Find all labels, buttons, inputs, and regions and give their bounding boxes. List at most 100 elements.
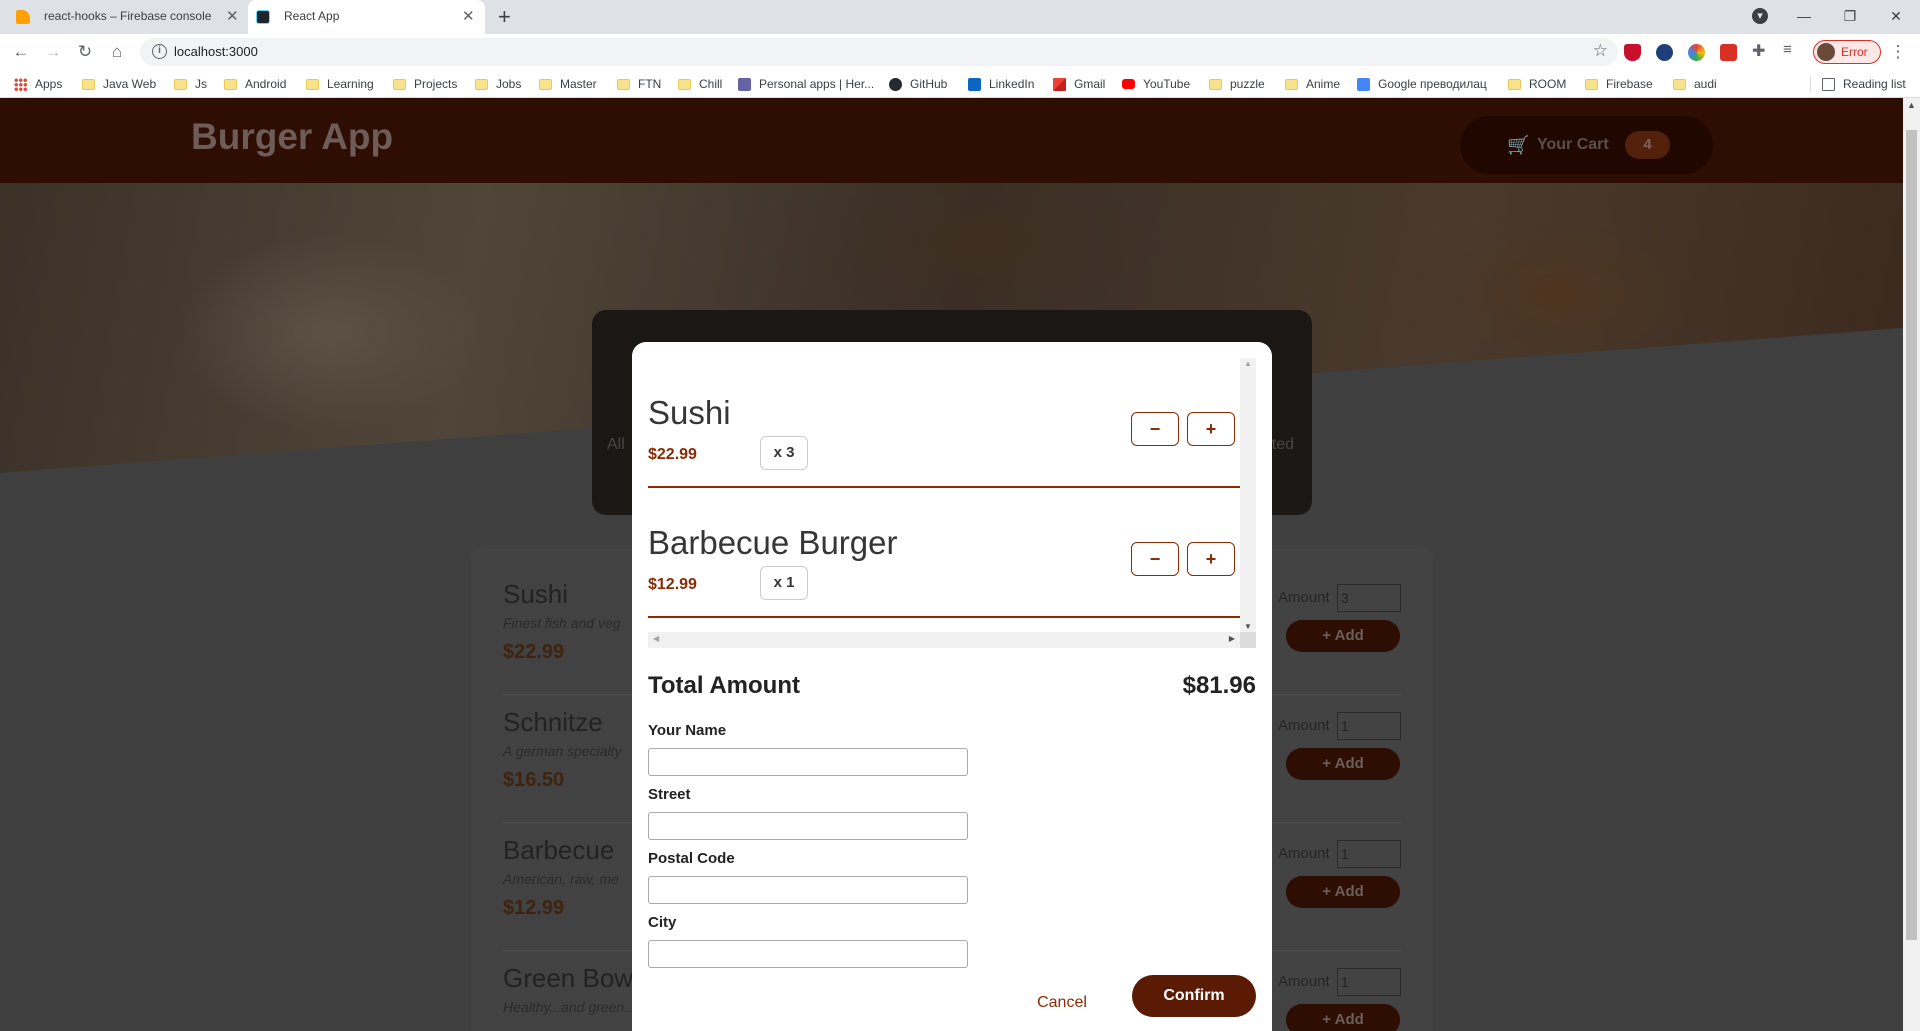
restore-button[interactable]: ❐ <box>1828 4 1872 28</box>
amount-input[interactable]: 1 <box>1337 840 1401 868</box>
add-button[interactable]: + Add <box>1286 876 1400 908</box>
bookmark-label: ROOM <box>1529 77 1567 91</box>
bookmark-room[interactable]: ROOM <box>1508 75 1566 93</box>
decrease-button[interactable]: − <box>1131 542 1179 576</box>
google-translate-icon <box>1357 77 1370 91</box>
folder-icon <box>224 78 237 90</box>
bookmark-android[interactable]: Android <box>224 75 286 93</box>
gmail-icon <box>1053 77 1066 91</box>
bookmark-learning[interactable]: Learning <box>306 75 374 93</box>
bookmark-linkedin[interactable]: LinkedIn <box>968 75 1034 93</box>
close-tab-icon[interactable]: ✕ <box>226 7 239 25</box>
cart-modal: Sushi $22.99 x 3 − + Barbecue Burger $12… <box>632 342 1272 1031</box>
cart-button[interactable]: 🛒 Your Cart 4 <box>1460 116 1713 174</box>
scroll-up-arrow-icon[interactable]: ▲ <box>1244 359 1252 368</box>
meal-name: Schnitze <box>503 707 603 737</box>
cart-list-vertical-scrollbar[interactable]: ▲ ▼ <box>1240 358 1256 632</box>
url-text: localhost:3000 <box>174 44 258 59</box>
confirm-button[interactable]: Confirm <box>1132 975 1256 1017</box>
bookmark-github[interactable]: GitHub <box>889 75 947 93</box>
bookmark-ftn[interactable]: FTN <box>617 75 661 93</box>
cancel-button[interactable]: Cancel <box>1012 985 1112 1021</box>
add-button[interactable]: + Add <box>1286 620 1400 652</box>
scroll-down-arrow-icon[interactable]: ▼ <box>1244 622 1252 631</box>
bookmark-puzzle[interactable]: puzzle <box>1209 75 1265 93</box>
close-tab-icon[interactable]: ✕ <box>462 7 475 25</box>
bookmark-star-icon[interactable]: ☆ <box>1593 41 1608 61</box>
site-info-icon[interactable]: i <box>152 44 167 59</box>
scroll-right-arrow-icon[interactable]: ▶ <box>1229 634 1235 643</box>
amount-label: Amount <box>1278 973 1330 990</box>
bookmark-apps[interactable]: Apps <box>14 75 62 93</box>
postal-code-input[interactable] <box>648 876 968 904</box>
bookmark-anime[interactable]: Anime <box>1285 75 1340 93</box>
bookmark-label: YouTube <box>1143 77 1191 91</box>
bookmark-java-web[interactable]: Java Web <box>82 75 156 93</box>
scrollbar-corner <box>1240 632 1256 648</box>
meal-name: Sushi <box>503 579 569 609</box>
decrease-button[interactable]: − <box>1131 412 1179 446</box>
back-icon[interactable]: ← <box>10 41 32 63</box>
add-button[interactable]: + Add <box>1286 748 1400 780</box>
bookmark-firebase[interactable]: Firebase <box>1585 75 1653 93</box>
profile-button[interactable]: Error <box>1813 40 1881 64</box>
bookmark-jobs[interactable]: Jobs <box>475 75 521 93</box>
cart-list-horizontal-scrollbar[interactable]: ◀ ▶ <box>648 632 1240 648</box>
tab-react-app[interactable]: React App ✕ <box>248 0 485 34</box>
bookmark-master[interactable]: Master <box>539 75 597 93</box>
minimize-button[interactable]: — <box>1782 4 1826 28</box>
bookmark-chill[interactable]: Chill <box>678 75 722 93</box>
city-input[interactable] <box>648 940 968 968</box>
folder-icon <box>678 78 691 90</box>
bookmark-gmail[interactable]: Gmail <box>1053 75 1105 93</box>
scroll-left-arrow-icon[interactable]: ◀ <box>653 634 659 643</box>
bookmark-label: Learning <box>327 77 374 91</box>
screenshot-extension-icon[interactable] <box>1720 44 1737 61</box>
media-control-icon[interactable]: ≡ <box>1783 41 1800 58</box>
bookmark-youtube[interactable]: YouTube <box>1122 75 1190 93</box>
increase-button[interactable]: + <box>1187 542 1235 576</box>
home-icon[interactable]: ⌂ <box>106 41 128 63</box>
amount-input[interactable]: 1 <box>1337 712 1401 740</box>
ublock-extension-icon[interactable] <box>1624 44 1641 61</box>
forward-icon[interactable]: → <box>42 41 64 63</box>
bookmarks-bar: Apps Java Web Js Android Learning Projec… <box>0 70 1920 98</box>
street-input[interactable] <box>648 812 968 840</box>
close-window-button[interactable]: ✕ <box>1874 4 1918 28</box>
increase-button[interactable]: + <box>1187 412 1235 446</box>
add-button[interactable]: + Add <box>1286 1004 1400 1031</box>
amount-input[interactable]: 3 <box>1337 584 1401 612</box>
meal-description: A german specialty <box>503 743 622 759</box>
cart-items-list: Sushi $22.99 x 3 − + Barbecue Burger $12… <box>648 358 1240 632</box>
cart-item-quantity: x 1 <box>760 566 808 600</box>
bookmark-label: Firebase <box>1606 77 1653 91</box>
folder-icon <box>1209 78 1222 90</box>
cart-item: Barbecue Burger $12.99 x 1 − + <box>648 488 1240 618</box>
youtube-icon <box>1122 79 1135 89</box>
extensions-puzzle-icon[interactable]: ✚ <box>1752 41 1769 60</box>
apps-grid-icon <box>14 77 27 91</box>
new-tab-button[interactable]: + <box>498 4 511 30</box>
bookmark-label: FTN <box>638 77 662 91</box>
address-bar[interactable]: i localhost:3000 ☆ <box>140 38 1618 66</box>
avatar <box>1817 43 1835 61</box>
bookmark-projects[interactable]: Projects <box>393 75 457 93</box>
scrollbar-thumb[interactable] <box>1906 130 1917 940</box>
bookmark-google-translate[interactable]: Google преводилац <box>1357 75 1487 93</box>
bookmark-personal-apps[interactable]: Personal apps | Her... <box>738 75 874 93</box>
reading-list-button[interactable]: Reading list <box>1822 75 1906 93</box>
menu-icon[interactable]: ⋮ <box>1887 41 1909 63</box>
amount-input[interactable]: 1 <box>1337 968 1401 996</box>
color-extension-icon[interactable] <box>1688 44 1705 61</box>
bookmark-js[interactable]: Js <box>174 75 207 93</box>
bookmark-audi[interactable]: audi <box>1673 75 1717 93</box>
name-input[interactable] <box>648 748 968 776</box>
scroll-up-arrow-icon[interactable]: ▲ <box>1907 100 1916 110</box>
tab-search-icon[interactable]: ▾ <box>1738 4 1782 28</box>
tab-firebase-console[interactable]: react-hooks – Firebase console ✕ <box>8 0 248 34</box>
check-extension-icon[interactable] <box>1656 44 1673 61</box>
page-vertical-scrollbar[interactable]: ▲ <box>1903 98 1920 1031</box>
bookmark-label: Master <box>560 77 597 91</box>
reload-icon[interactable]: ↻ <box>74 41 96 63</box>
meal-price: $22.99 <box>503 641 565 663</box>
